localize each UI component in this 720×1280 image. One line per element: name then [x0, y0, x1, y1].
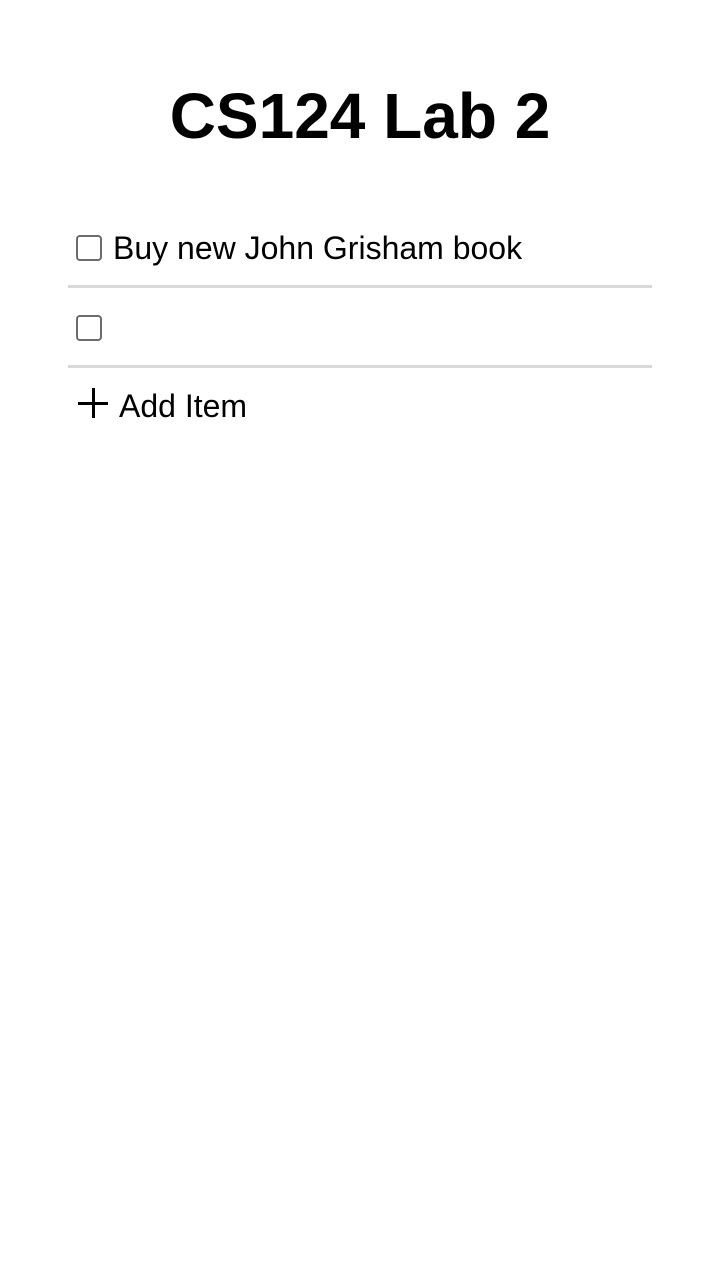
- page-title: CS124 Lab 2: [169, 80, 551, 152]
- plus-icon: [78, 388, 108, 418]
- add-item-label: Add Item: [119, 388, 248, 424]
- add-item-button[interactable]: Add Item: [78, 382, 247, 430]
- todo-checkbox-1[interactable]: [76, 235, 102, 261]
- todo-item-text-1[interactable]: Buy new John Grisham book: [113, 229, 522, 267]
- todo-item-1: Buy new John Grisham book: [68, 210, 652, 288]
- todo-list: Buy new John Grisham book: [68, 210, 652, 368]
- todo-checkbox-2[interactable]: [76, 315, 102, 341]
- todo-app: CS124 Lab 2 Buy new John Grisham book Ad…: [0, 0, 720, 1280]
- todo-item-2: [68, 288, 652, 368]
